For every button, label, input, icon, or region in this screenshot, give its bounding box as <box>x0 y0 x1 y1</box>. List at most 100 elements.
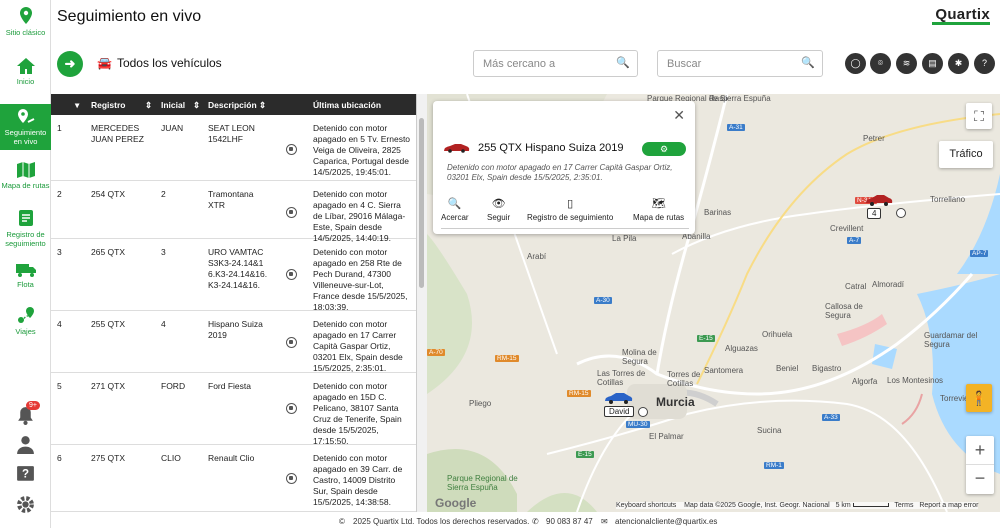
layers-icon[interactable]: ≋ <box>896 53 917 74</box>
help-icon[interactable]: ? <box>15 464 36 485</box>
nearest-to-input[interactable]: Más cercano a 🔍 <box>473 50 638 77</box>
tracking-log-icon: ▯ <box>567 198 574 210</box>
scroll-thumb[interactable] <box>419 118 424 288</box>
zoom-in-button[interactable]: + <box>966 436 994 465</box>
follow-action[interactable]: 👁 Seguir <box>487 197 510 222</box>
record-icon[interactable] <box>286 337 297 348</box>
record-icon[interactable] <box>896 208 906 218</box>
nav-seguimiento-en-vivo[interactable]: Seguimiento en vivo <box>0 104 51 150</box>
map[interactable]: Parque Regional de Sierra Espuña Rasp Pe… <box>427 94 1000 512</box>
record-icon[interactable] <box>286 473 297 484</box>
map-attribution: Keyboard shortcuts Map data ©2025 Google… <box>616 502 979 509</box>
record-icon[interactable] <box>286 403 297 414</box>
sidebar: Sitio clásico Inicio Seguimiento en vivo… <box>0 0 51 528</box>
trips-icon <box>17 307 34 323</box>
popup-title: 255 QTX Hispano Suiza 2019 <box>478 142 624 154</box>
table-row[interactable]: 4 255 QTX 4 Hispano Suiza 2019 Detenido … <box>51 311 416 373</box>
user-icon[interactable] <box>15 434 36 455</box>
car-icon: 🚘 <box>97 56 112 70</box>
logo-underline <box>932 22 990 25</box>
sort-icon[interactable]: ▾ <box>75 100 79 111</box>
route-map-icon <box>16 162 35 178</box>
traffic-button[interactable]: Tráfico <box>939 141 993 168</box>
zoom-out-button[interactable]: − <box>966 465 994 494</box>
settings-icon[interactable]: ✱ <box>948 53 969 74</box>
engine-status-badge: ⚙ <box>642 142 686 156</box>
col-registro[interactable]: Registro <box>91 100 125 110</box>
notification-badge: 9+ <box>26 401 40 410</box>
print-icon[interactable]: ▤ <box>922 53 943 74</box>
pin-icon[interactable]: ⌾ <box>870 53 891 74</box>
popup-status: Detenido con motor apagado en 17 Carrer … <box>447 163 673 182</box>
table-row[interactable]: 2 254 QTX 2 Tramontana XTR Detenido con … <box>51 181 416 243</box>
email-icon: ✉ <box>601 517 608 526</box>
page-title: Seguimiento en vivo <box>57 8 202 25</box>
live-tracking-icon <box>17 109 34 123</box>
nav-registro-de-seguimiento[interactable]: Registro de seguimiento <box>0 208 51 248</box>
phone-icon: ✆ <box>532 517 539 526</box>
map-pin-icon <box>19 7 32 24</box>
city-label-murcia: Murcia <box>656 395 695 409</box>
vehicle-filter[interactable]: 🚘 Todos los vehículos <box>97 56 222 70</box>
report-map-error-link[interactable]: Report a map error <box>919 502 978 509</box>
geofence-icon[interactable]: ◯ <box>845 53 866 74</box>
scale-label: 5 km <box>835 502 851 509</box>
vehicle-label-david: David <box>604 406 635 417</box>
nav-mapa-de-rutas[interactable]: Mapa de rutas <box>0 161 51 197</box>
terms-link[interactable]: Terms <box>894 502 913 509</box>
table-scrollbar[interactable] <box>417 94 427 512</box>
go-button[interactable]: ➜ <box>57 51 83 77</box>
fullscreen-icon[interactable]: ⛶ <box>966 103 992 129</box>
vehicle-label-4: 4 <box>867 208 882 219</box>
nav-sitio-clasico[interactable]: Sitio clásico <box>0 6 51 42</box>
zoom-in-icon: 🔍 <box>447 198 462 210</box>
red-car-icon[interactable] <box>864 194 894 206</box>
truck-icon <box>15 264 36 277</box>
table-row[interactable]: 6 275 QTX CLIO Renault Clio Detenido con… <box>51 445 416 512</box>
close-icon[interactable]: ✕ <box>673 107 685 124</box>
tracking-log-icon <box>18 210 33 226</box>
vehicle-table: ▾ Registro ⇕ Inicial ⇕ Descripción ⇕ Última… <box>51 94 417 512</box>
sort-arrows-icon: ⇕ <box>259 100 267 110</box>
sort-arrows-icon: ⇕ <box>193 100 201 110</box>
search-input[interactable]: Buscar 🔍 <box>657 50 823 77</box>
blue-car-icon[interactable] <box>603 392 635 404</box>
nav-inicio[interactable]: Inicio <box>0 57 51 93</box>
search-icon: 🔍 <box>801 57 815 69</box>
svg-text:?: ? <box>22 469 29 481</box>
help-icon[interactable]: ? <box>974 53 995 74</box>
record-icon[interactable] <box>286 269 297 280</box>
zoom-action[interactable]: 🔍 Acercar <box>441 197 469 222</box>
record-icon[interactable] <box>286 207 297 218</box>
pegman-icon[interactable]: 🧍 <box>966 384 992 412</box>
copyright-text: 2025 Quartix Ltd. Todos los derechos res… <box>353 517 530 526</box>
engine-icon: ⚙ <box>659 144 669 154</box>
tracking-log-action[interactable]: ▯ Registro de seguimiento <box>527 197 613 222</box>
keyboard-shortcuts-link[interactable]: Keyboard shortcuts <box>616 502 676 509</box>
email-link[interactable]: atencionalcliente@quartix.es <box>615 517 717 526</box>
zoom-control: + − <box>966 436 994 494</box>
nav-viajes[interactable]: Viajes <box>0 305 51 339</box>
quartix-logo: Quartix <box>935 6 990 23</box>
col-inicial[interactable]: Inicial <box>161 100 185 110</box>
col-descripcion[interactable]: Descripción <box>208 100 257 110</box>
phone-text[interactable]: 90 083 87 47 <box>546 517 593 526</box>
route-map-action[interactable]: 🗺 Mapa de rutas <box>633 197 684 222</box>
gear-icon[interactable] <box>15 494 36 515</box>
sort-arrows-icon: ⇕ <box>145 100 153 110</box>
popup-divider <box>441 228 689 229</box>
record-icon[interactable] <box>638 407 648 417</box>
eye-icon: 👁 <box>491 198 506 210</box>
table-row[interactable]: 3 265 QTX 3 URO VAMTAC S3K3-24.14&16.K3-… <box>51 239 416 312</box>
table-row[interactable]: 1 MERCEDES JUAN PEREZ JUAN SEAT LEON 154… <box>51 115 416 181</box>
table-header: ▾ Registro ⇕ Inicial ⇕ Descripción ⇕ Última… <box>51 94 416 115</box>
nav-flota[interactable]: Flota <box>0 262 51 292</box>
record-icon[interactable] <box>286 144 297 155</box>
search-icon: 🔍 <box>616 57 630 69</box>
route-map-icon: 🗺 <box>651 198 666 210</box>
table-row[interactable]: 5 271 QTX FORD Ford Fiesta Detenido con … <box>51 373 416 446</box>
vehicle-popup: ✕ 255 QTX Hispano Suiza 2019 ⚙ Detenido … <box>433 101 695 234</box>
copyright-icon: © <box>339 517 345 526</box>
footer: © 2025 Quartix Ltd. Todos los derechos r… <box>51 512 1000 528</box>
col-ultima-ubicacion[interactable]: Última ubicación <box>313 100 381 110</box>
